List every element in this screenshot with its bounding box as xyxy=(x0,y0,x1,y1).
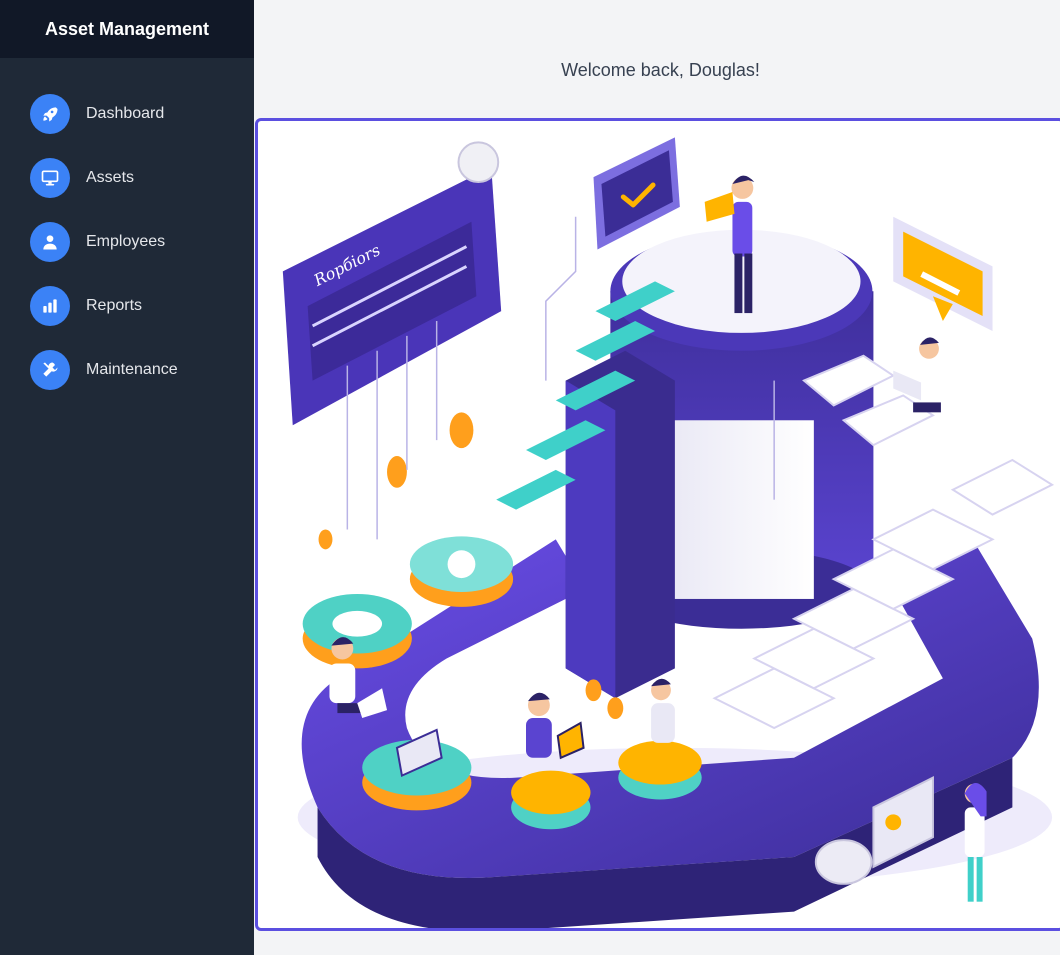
sidebar-nav: Dashboard Assets Employees Reports Maint… xyxy=(0,58,254,402)
user-icon xyxy=(30,222,70,262)
sidebar-item-label: Reports xyxy=(86,297,143,314)
sidebar-item-reports[interactable]: Reports xyxy=(0,274,254,338)
sidebar-item-assets[interactable]: Assets xyxy=(0,146,254,210)
rocket-icon xyxy=(30,94,70,134)
sidebar: Asset Management Dashboard Assets Employ… xyxy=(0,0,254,955)
sidebar-item-label: Employees xyxy=(86,233,166,250)
sidebar-item-maintenance[interactable]: Maintenance xyxy=(0,338,254,402)
sidebar-item-label: Assets xyxy=(86,169,135,186)
isometric-team-illustration: Rорбiоrs xyxy=(282,137,1055,928)
sidebar-item-employees[interactable]: Employees xyxy=(0,210,254,274)
main-content: Welcome back, Douglas! Rорбiоrs xyxy=(254,0,1060,955)
sidebar-item-label: Maintenance xyxy=(86,361,178,378)
welcome-message: Welcome back, Douglas! xyxy=(561,60,760,80)
app-title: Asset Management xyxy=(0,0,254,58)
wrench-screwdriver-icon xyxy=(30,350,70,390)
hero-illustration: Rорбiоrs xyxy=(255,118,1060,931)
bar-chart-icon xyxy=(30,286,70,326)
sidebar-item-dashboard[interactable]: Dashboard xyxy=(0,82,254,146)
monitor-icon xyxy=(30,158,70,198)
sidebar-item-label: Dashboard xyxy=(86,105,165,122)
